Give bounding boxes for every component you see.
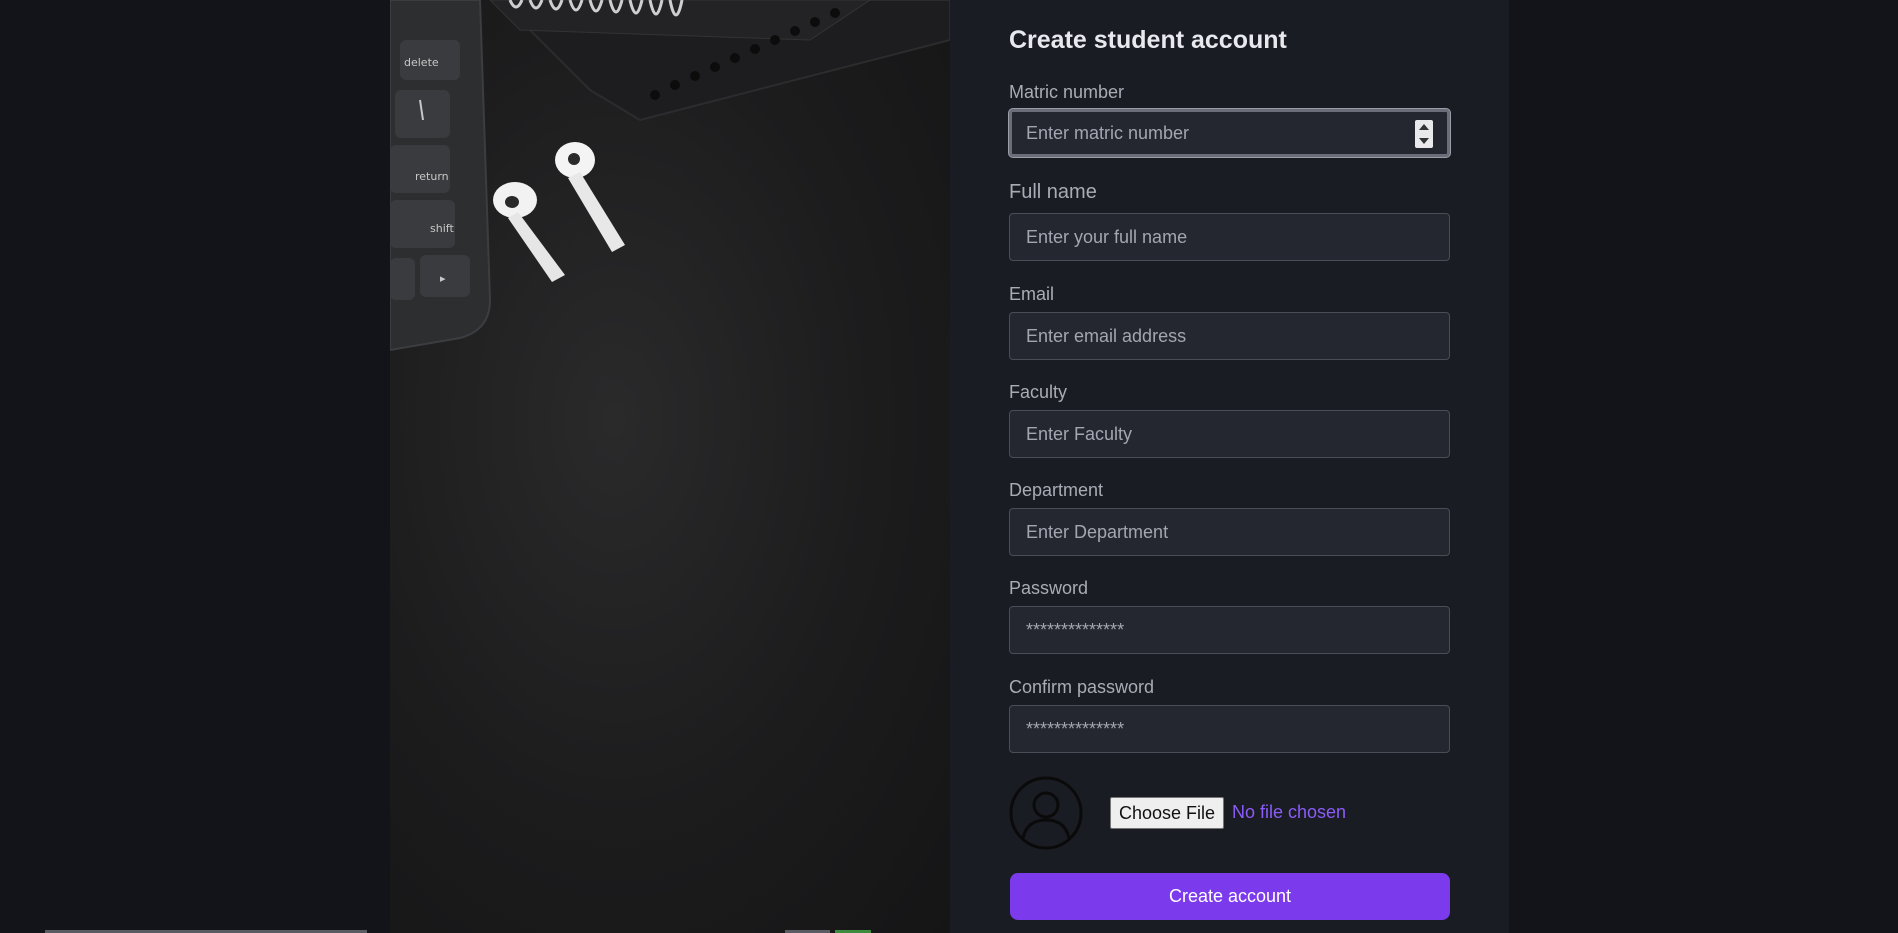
keyboard-image: delete return shift ▸ [390,0,492,352]
confirm-password-label: Confirm password [1009,677,1155,697]
spinner-down-icon[interactable] [1419,138,1429,144]
earbuds-image [493,142,625,282]
key-label: ▸ [440,272,446,285]
key-label: shift [430,222,454,235]
notebook-image [489,0,950,122]
create-account-button[interactable]: Create account [1010,873,1450,920]
matric-number-label: Matric number [1009,82,1125,102]
key-label: delete [404,56,439,69]
decorative-photo: delete return shift ▸ [390,0,950,933]
page: delete return shift ▸ Create student acc… [0,0,1898,933]
full-name-label: Full name [1009,181,1097,203]
number-spinner[interactable] [1415,120,1433,148]
password-label: Password [1009,578,1089,598]
confirm-password-input[interactable] [1009,705,1450,753]
department-label: Department [1009,480,1104,500]
user-avatar-icon [1009,776,1083,850]
key-label: return [415,170,449,183]
password-input[interactable] [1009,606,1450,654]
department-input[interactable] [1009,508,1450,556]
email-input[interactable] [1009,312,1450,360]
file-status-text: No file chosen [1232,802,1347,822]
faculty-label: Faculty [1009,382,1068,402]
page-title: Create student account [1009,26,1287,54]
spinner-up-icon[interactable] [1419,124,1429,130]
choose-file-button[interactable]: Choose File [1110,797,1225,829]
faculty-input[interactable] [1009,410,1450,458]
email-label: Email [1009,284,1055,304]
signup-form: Create student account Matric number Ful… [950,0,1509,933]
desk-photo-illustration: delete return shift ▸ [390,0,950,352]
matric-number-input[interactable] [1009,109,1450,157]
full-name-input[interactable] [1009,213,1450,261]
